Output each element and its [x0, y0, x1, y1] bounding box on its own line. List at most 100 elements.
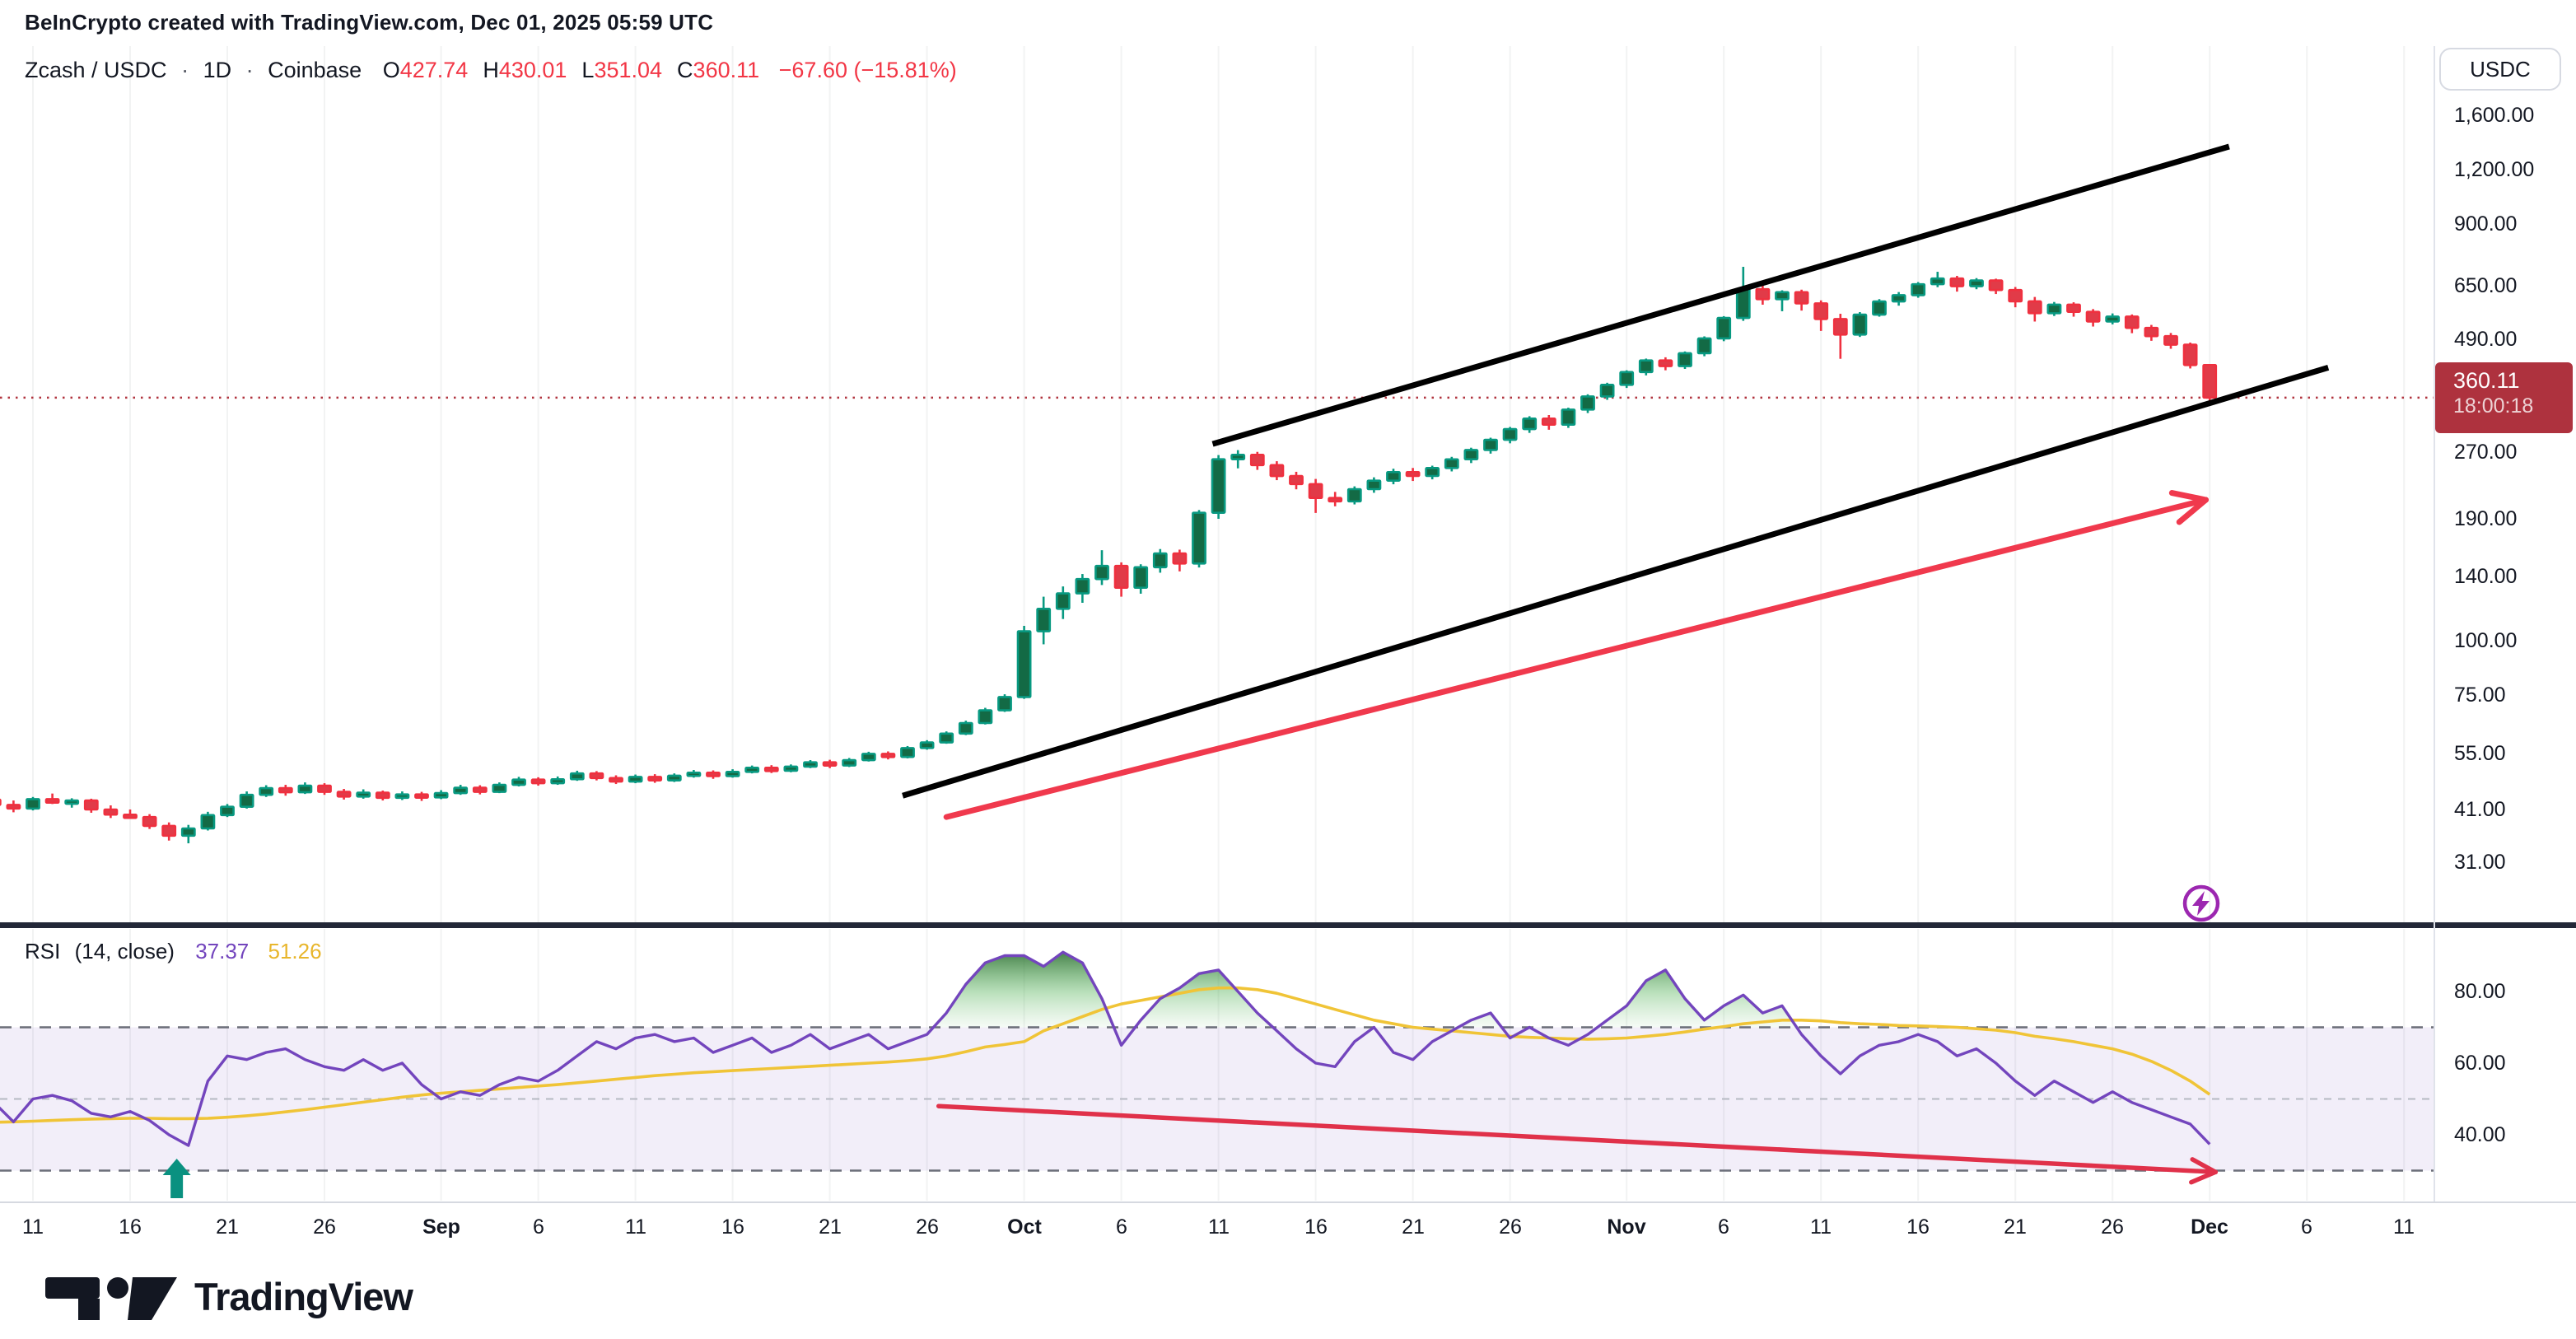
candle-body [455, 788, 467, 794]
candle-body [2145, 328, 2158, 336]
change-value: −67.60 (−15.81%) [779, 58, 957, 82]
rsi-indicator-header[interactable]: RSI (14, close) 37.37 51.26 [25, 939, 322, 964]
candle-body [1212, 460, 1225, 513]
candle-body [1795, 292, 1808, 304]
ohlc-key: H [483, 58, 499, 82]
main-price-pane[interactable] [0, 147, 2434, 843]
candle-body [785, 767, 797, 771]
candle-body [1135, 567, 1147, 588]
candle-body [1737, 289, 1749, 318]
candle-body [688, 772, 700, 776]
pane-separator[interactable] [0, 922, 2576, 928]
candle-body [1504, 429, 1516, 440]
candle-body [1873, 301, 1885, 315]
candle-body [1990, 281, 2002, 291]
candle-body [1115, 566, 1127, 587]
tradingview-chart-page: { "top_bar": { "text": "BeInCrypto creat… [0, 0, 2576, 1339]
interval-label[interactable]: 1D [203, 58, 232, 82]
candle-body [1621, 372, 1633, 385]
symbol-name[interactable]: Zcash / USDC [25, 58, 167, 82]
ohlc-val: 427.74 [400, 58, 469, 82]
candle-body [357, 793, 370, 797]
candle-body [85, 800, 97, 809]
candle-body [124, 814, 136, 818]
candle-body [882, 753, 894, 757]
candle-body [182, 828, 194, 836]
channel-upper-line [1213, 147, 2229, 444]
candle-body [1718, 318, 1730, 338]
rsi-params: (14, close) [75, 939, 175, 963]
candle-body [26, 799, 39, 808]
ohlc-val: 430.01 [499, 58, 567, 82]
candle-body [1271, 465, 1283, 476]
symbol-header: Zcash / USDC · 1D · Coinbase O427.74H430… [25, 58, 957, 83]
attribution-text: BeInCrypto created with TradingView.com,… [25, 10, 713, 35]
candle-body [726, 772, 739, 776]
tradingview-logo[interactable]: TradingView [45, 1271, 413, 1321]
currency-button[interactable]: USDC [2439, 48, 2561, 91]
rsi-pane[interactable] [0, 952, 2434, 1198]
candle-body [1426, 468, 1439, 476]
candle-body [1640, 361, 1652, 372]
candle-body [415, 795, 427, 798]
candle-body [299, 786, 311, 792]
candle-body [1057, 594, 1069, 609]
candle-body [2107, 316, 2119, 321]
up-trend-arrow[interactable] [946, 493, 2205, 818]
candle-body [318, 786, 330, 792]
candle-body [7, 805, 20, 808]
candle-body [1834, 319, 1846, 334]
exchange-label[interactable]: Coinbase [268, 58, 362, 82]
candle-body [2009, 290, 2022, 301]
candle-body [435, 793, 447, 797]
candle-body [46, 799, 58, 802]
candle-body [66, 800, 78, 804]
candle-body [1562, 409, 1575, 424]
candle-body [1232, 455, 1244, 459]
candle-body [1815, 303, 1827, 319]
candle-body [1368, 481, 1380, 489]
last-price-value: 360.11 [2435, 367, 2573, 394]
candle-body [1931, 278, 1944, 284]
candle-body [571, 773, 583, 779]
candle-body [1912, 284, 1925, 295]
candle-body [221, 807, 233, 815]
candle-body [2126, 316, 2138, 328]
candle-body [1601, 385, 1613, 396]
candle-body [2164, 336, 2177, 344]
candle-body [1484, 440, 1496, 450]
rsi-value: 37.37 [195, 939, 249, 963]
lightning-icon[interactable] [2185, 887, 2218, 920]
candle-body [824, 763, 836, 766]
candle-body [979, 711, 992, 723]
candle-body [532, 780, 544, 783]
candle-body [1348, 489, 1360, 502]
candle-body [2204, 365, 2216, 398]
candle-body [1329, 498, 1342, 502]
candle-body [1659, 361, 1672, 366]
last-price-badge[interactable]: 360.11 18:00:18 [2435, 362, 2573, 433]
candle-body [707, 772, 719, 776]
candle-body [1095, 566, 1108, 579]
candle-body [1174, 553, 1186, 563]
candle-body [921, 743, 933, 749]
candle-body [1892, 295, 1905, 301]
price-chart-canvas[interactable] [0, 0, 2576, 1339]
candle-body [143, 817, 156, 826]
candle-body [959, 723, 972, 734]
candle-body [862, 753, 875, 760]
candle-body [1445, 460, 1458, 469]
rsi-title: RSI [25, 939, 60, 963]
separator-dot: · [181, 58, 189, 82]
ohlc-val: 360.11 [693, 58, 760, 82]
candle-body [1018, 632, 1030, 697]
candle-body [493, 785, 506, 792]
candle-body [1407, 472, 1419, 476]
candle-body [163, 826, 175, 836]
separator-dot: · [246, 58, 254, 82]
candle-body [474, 788, 486, 792]
trend-drawings[interactable] [903, 147, 2328, 795]
candle-body [2048, 305, 2060, 313]
candle-body [2028, 301, 2041, 313]
rsi-ma-value: 51.26 [268, 939, 322, 963]
